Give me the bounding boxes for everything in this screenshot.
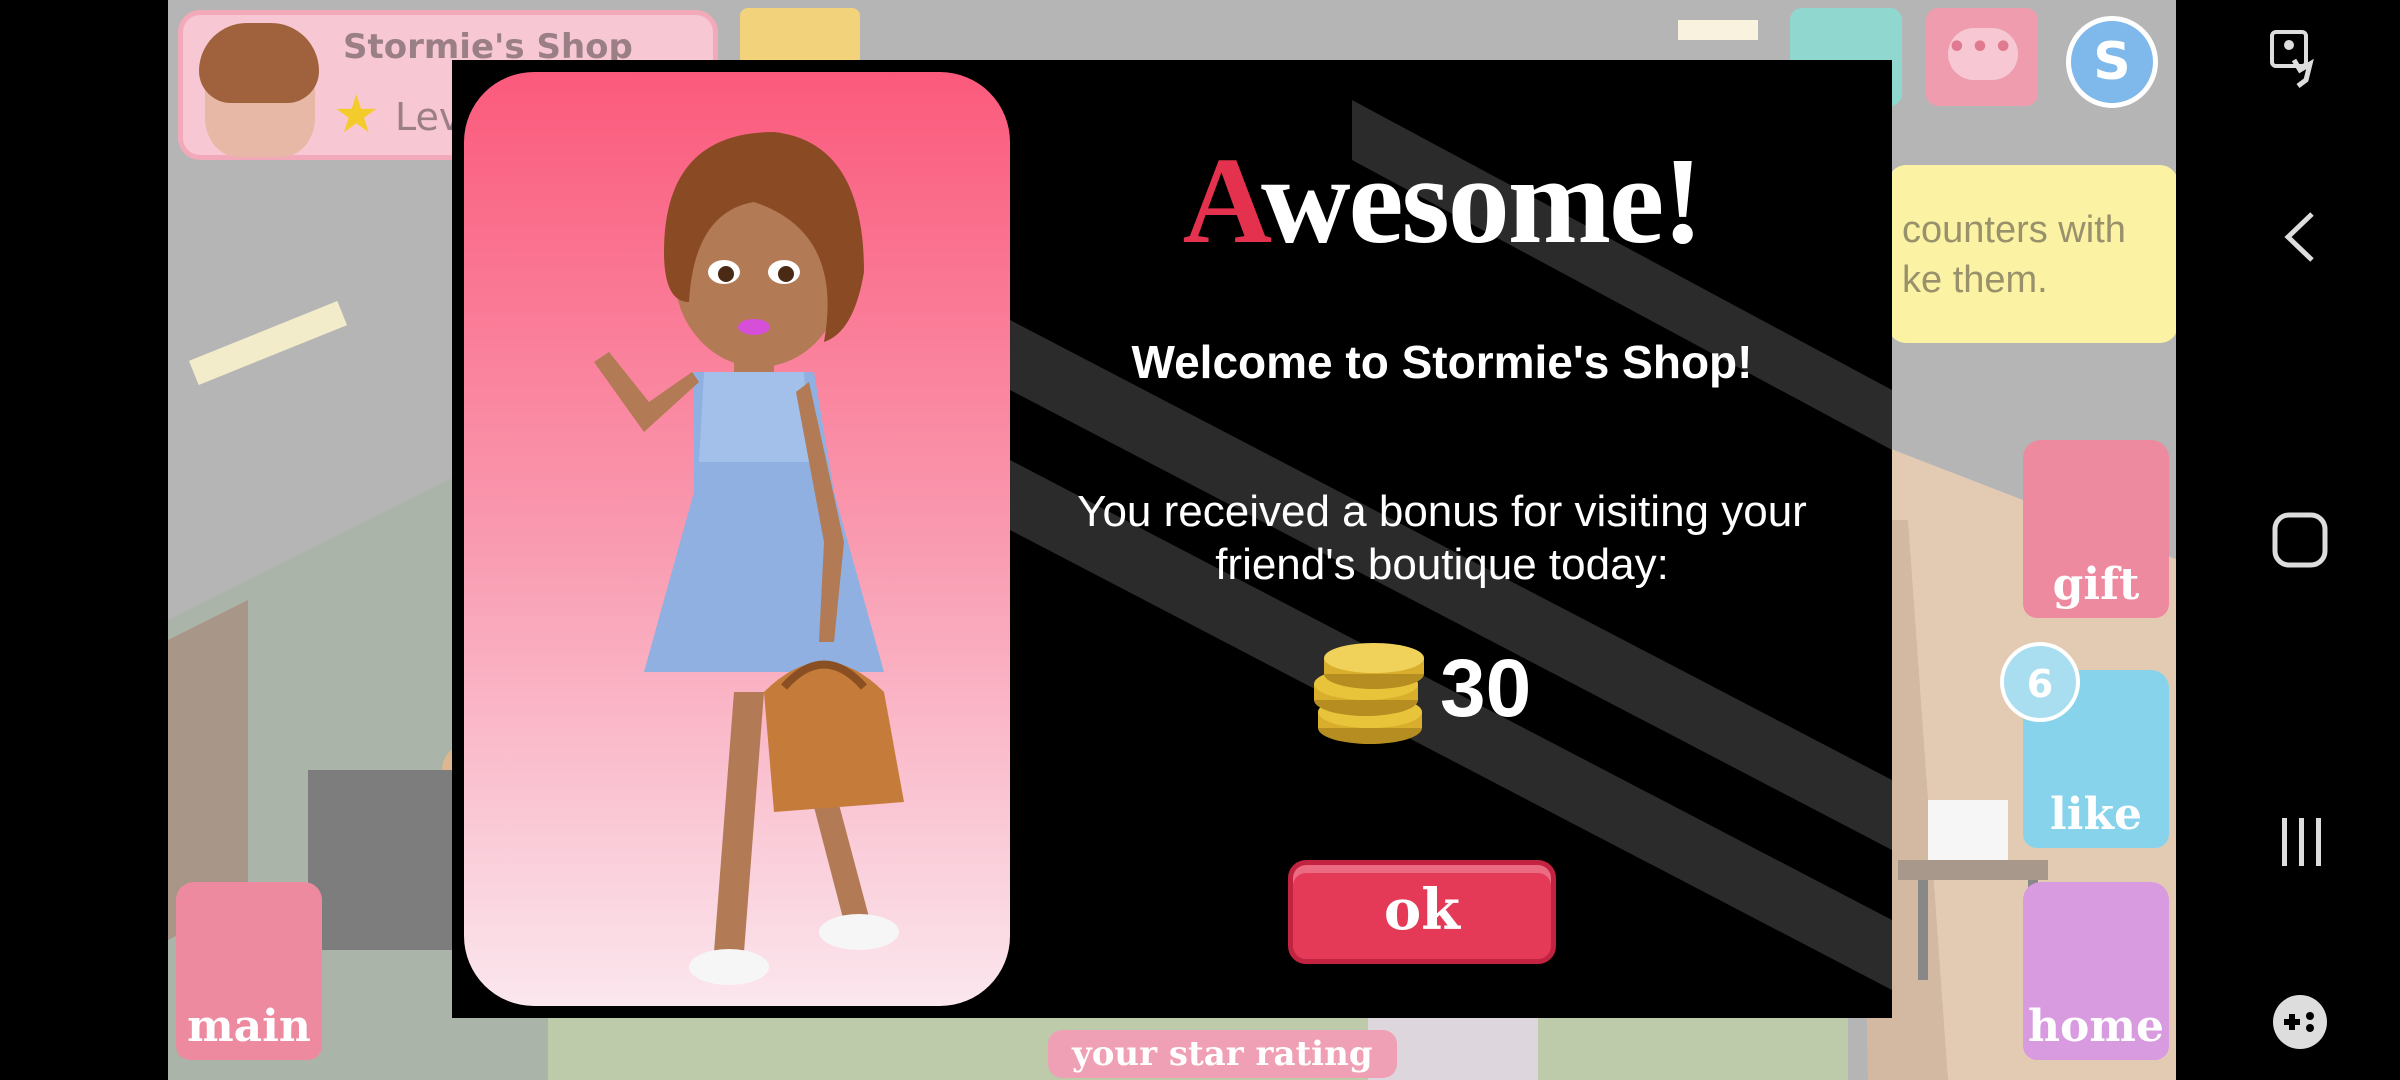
star-icon: ★	[333, 85, 380, 145]
star-rating-label: your star rating	[1048, 1030, 1397, 1078]
gift-button[interactable]: gift	[2023, 440, 2169, 618]
system-nav-bar	[2176, 0, 2400, 1080]
quest-tile[interactable]	[740, 8, 860, 68]
main-button[interactable]: main	[176, 882, 322, 1060]
like-label: like	[2050, 789, 2142, 840]
bonus-line-2: friend's boutique today:	[1215, 540, 1669, 589]
chat-dots-icon: •••	[1947, 30, 2017, 65]
accessibility-icon[interactable]	[2270, 30, 2318, 90]
coin-stack-icon	[1314, 643, 1424, 744]
title-rest: wesome!	[1260, 132, 1703, 269]
home-button[interactable]: home	[2023, 882, 2169, 1060]
bonus-message: You received a bonus for visiting your f…	[1052, 485, 1832, 591]
gift-label: gift	[2052, 559, 2140, 610]
character-portrait	[464, 72, 1010, 1006]
home-label: home	[2028, 1001, 2164, 1052]
chat-button[interactable]: •••	[1926, 8, 2038, 106]
back-icon[interactable]	[2280, 210, 2320, 264]
dialog-title: Awesome!	[1142, 130, 1742, 272]
tip-text: counters with ke them.	[1902, 209, 2126, 301]
ok-button[interactable]: ok	[1288, 860, 1556, 964]
tip-box: counters with ke them.	[1888, 165, 2178, 343]
title-first-letter: A	[1182, 132, 1263, 269]
character-illustration	[594, 132, 904, 985]
like-count-badge: 6	[2000, 642, 2080, 722]
recents-icon[interactable]	[2278, 816, 2326, 868]
main-label: main	[187, 1001, 311, 1052]
social-s-button[interactable]: S	[2066, 16, 2158, 108]
bonus-dialog: Awesome! Welcome to Stormie's Shop! You …	[452, 60, 1892, 1018]
home-icon[interactable]	[2272, 512, 2328, 568]
reward-amount: 30	[1440, 643, 1532, 734]
shop-owner-avatar	[199, 23, 319, 157]
game-tools-icon[interactable]	[2272, 994, 2328, 1050]
welcome-text: Welcome to Stormie's Shop!	[1131, 336, 1753, 388]
bonus-line-1: You received a bonus for visiting your	[1077, 487, 1807, 536]
coin-reward: 30	[1312, 630, 1572, 760]
